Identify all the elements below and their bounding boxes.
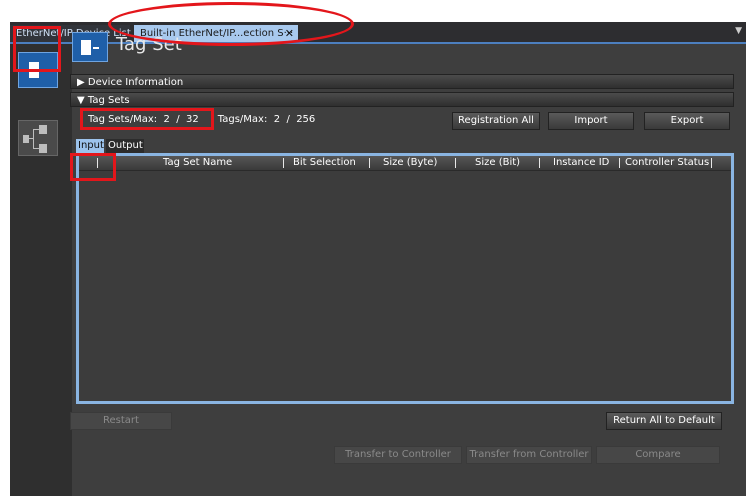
tag-sets-max-label: Tag Sets/Max: (88, 114, 158, 125)
transfer-from-controller-button[interactable]: Transfer from Controller (466, 446, 592, 464)
close-icon[interactable]: ✕ (285, 25, 294, 42)
expand-arrow-icon: ▶ (77, 77, 85, 88)
page: EtherNet/IP Device List Built-in EtherNe… (0, 0, 752, 498)
return-all-to-default-button[interactable]: Return All to Default (606, 412, 722, 430)
left-rail (10, 44, 72, 496)
section-label: Tag Sets (87, 95, 130, 106)
export-button[interactable]: Export (644, 112, 730, 130)
page-title: Tag Set (116, 34, 182, 55)
transfer-to-controller-button[interactable]: Transfer to Controller (334, 446, 462, 464)
collapse-arrow-icon: ▼ (77, 95, 85, 106)
table-header: Tag Set Name Bit Selection Size (Byte) S… (79, 156, 731, 171)
tag-sets-count: 2 (163, 114, 170, 125)
tags-max-label: Tags/Max: (217, 114, 268, 125)
connection-view-button[interactable] (18, 120, 58, 156)
column-separator (619, 158, 620, 168)
separator: / (176, 114, 180, 125)
tab-output[interactable]: Output (106, 139, 144, 153)
column-header-bit-selection[interactable]: Bit Selection (293, 156, 356, 170)
tag-set-view-button[interactable] (18, 52, 58, 88)
column-separator (539, 158, 540, 168)
restart-button[interactable]: Restart (70, 412, 172, 430)
column-header-tag-set-name[interactable]: Tag Set Name (163, 156, 232, 170)
chevron-down-icon[interactable]: ▼ (735, 26, 742, 36)
column-separator (97, 158, 98, 168)
tag-sets-section[interactable]: ▼ Tag Sets (70, 92, 734, 107)
column-separator (455, 158, 456, 168)
section-label: Device Information (87, 77, 184, 88)
tag-sets-max: 32 (185, 114, 199, 125)
column-header-controller-status[interactable]: Controller Status (625, 156, 709, 170)
column-header-size-byte[interactable]: Size (Byte) (383, 156, 437, 170)
registration-all-button[interactable]: Registration All (452, 112, 540, 130)
column-header-instance-id[interactable]: Instance ID (553, 156, 609, 170)
tag-set-icon (29, 62, 47, 78)
column-header-size-bit[interactable]: Size (Bit) (475, 156, 520, 170)
tag-set-table[interactable]: Tag Set Name Bit Selection Size (Byte) S… (76, 153, 734, 404)
tab-input[interactable]: Input (76, 139, 104, 153)
network-tree-icon (23, 125, 47, 153)
tag-counts: Tag Sets/Max: 2 / 32 Tags/Max: 2 / 256 (88, 114, 315, 125)
separator: / (286, 114, 290, 125)
device-information-section[interactable]: ▶ Device Information (70, 74, 734, 89)
compare-button[interactable]: Compare (596, 446, 720, 464)
import-button[interactable]: Import (548, 112, 634, 130)
tab-device-list[interactable]: EtherNet/IP Device List (10, 25, 131, 42)
column-separator (283, 158, 284, 168)
tags-max: 256 (296, 114, 316, 125)
tag-set-header-icon (72, 32, 108, 62)
column-separator (369, 158, 370, 168)
column-separator (711, 158, 712, 168)
tags-count: 2 (273, 114, 281, 125)
